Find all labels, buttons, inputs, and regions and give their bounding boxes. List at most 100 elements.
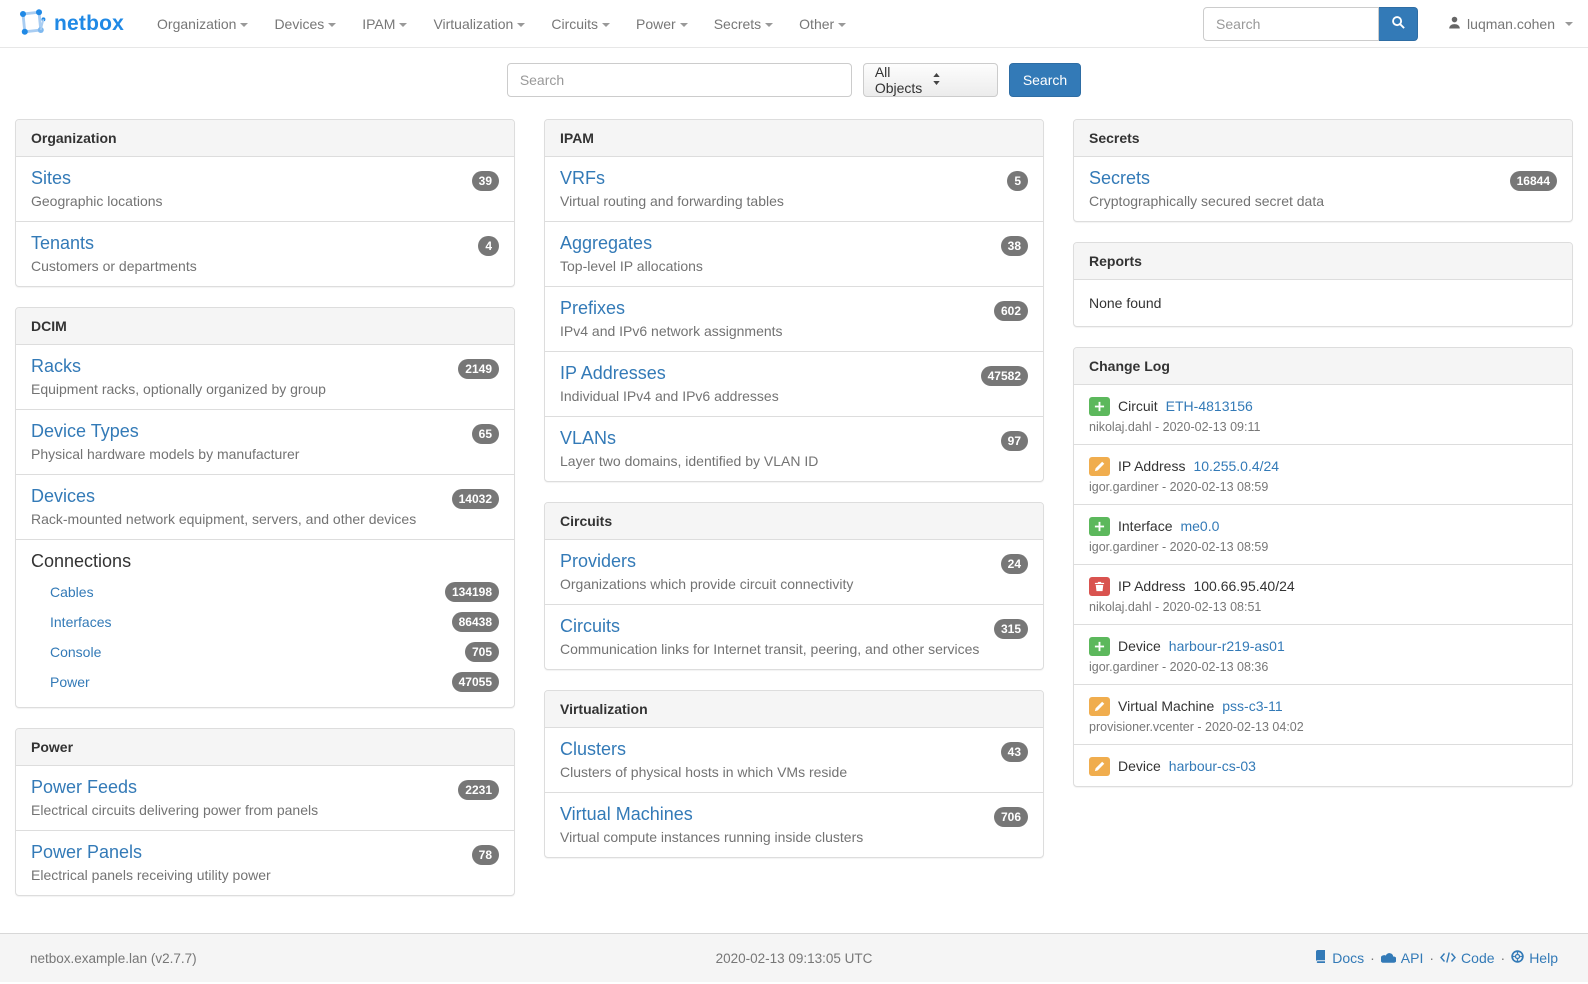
create-icon bbox=[1089, 397, 1110, 416]
help-link[interactable]: Help bbox=[1511, 950, 1558, 966]
separator: · bbox=[1501, 950, 1506, 966]
aggregates-link[interactable]: Aggregates bbox=[560, 232, 652, 254]
chevron-down-icon bbox=[680, 23, 688, 27]
count-badge: 602 bbox=[994, 301, 1028, 321]
chevron-down-icon bbox=[838, 23, 846, 27]
global-search-input[interactable] bbox=[507, 63, 852, 97]
changelog-entry: Device harbour-r219-as01 igor.gardiner -… bbox=[1074, 624, 1572, 684]
list-item-clusters: Clusters 43 Clusters of physical hosts i… bbox=[545, 728, 1043, 792]
navbar-search-input[interactable] bbox=[1203, 7, 1379, 41]
object-name: 100.66.95.40/24 bbox=[1193, 575, 1294, 597]
list-item-providers: Providers 24 Organizations which provide… bbox=[545, 540, 1043, 604]
panel-secrets: Secrets Secrets 16844 Cryptographically … bbox=[1073, 119, 1573, 222]
item-description: Communication links for Internet transit… bbox=[560, 639, 1028, 659]
menu-ipam[interactable]: IPAM bbox=[349, 2, 420, 46]
select-arrows-icon bbox=[932, 72, 989, 89]
circuits-link[interactable]: Circuits bbox=[560, 615, 620, 637]
power-connections-link[interactable]: Power bbox=[50, 674, 90, 690]
object-link[interactable]: pss-c3-11 bbox=[1222, 695, 1282, 717]
changelog-line: Circuit ETH-4813156 bbox=[1089, 395, 1557, 417]
item-description: Customers or departments bbox=[31, 256, 499, 276]
list-item-circuits: Circuits 315 Communication links for Int… bbox=[545, 604, 1043, 669]
list-item-devices: Devices 14032 Rack-mounted network equip… bbox=[16, 474, 514, 539]
list-item-power-feeds: Power Feeds 2231 Electrical circuits del… bbox=[16, 766, 514, 830]
providers-link[interactable]: Providers bbox=[560, 550, 636, 572]
menu-organization[interactable]: Organization bbox=[144, 2, 261, 46]
vrfs-link[interactable]: VRFs bbox=[560, 167, 605, 189]
chevron-down-icon bbox=[328, 23, 336, 27]
menu-virtualization[interactable]: Virtualization bbox=[420, 2, 538, 46]
navbar-search-button[interactable] bbox=[1379, 7, 1418, 41]
item-description: Top-level IP allocations bbox=[560, 256, 1028, 276]
item-description: Individual IPv4 and IPv6 addresses bbox=[560, 386, 1028, 406]
count-badge: 78 bbox=[472, 845, 499, 865]
object-link[interactable]: harbour-cs-03 bbox=[1169, 755, 1256, 777]
object-type: Circuit bbox=[1118, 395, 1158, 417]
changelog-line: Interface me0.0 bbox=[1089, 515, 1557, 537]
object-link[interactable]: ETH-4813156 bbox=[1166, 395, 1253, 417]
count-badge: 97 bbox=[1001, 431, 1028, 451]
menu-devices[interactable]: Devices bbox=[261, 2, 349, 46]
docs-link[interactable]: Docs bbox=[1314, 950, 1364, 966]
sites-link[interactable]: Sites bbox=[31, 167, 71, 189]
menu-secrets[interactable]: Secrets bbox=[701, 2, 786, 46]
clusters-link[interactable]: Clusters bbox=[560, 738, 626, 760]
code-link[interactable]: Code bbox=[1440, 950, 1494, 966]
virtual-machines-link[interactable]: Virtual Machines bbox=[560, 803, 693, 825]
count-badge: 5 bbox=[1007, 171, 1028, 191]
changelog-meta: provisioner.vcenter - 2020-02-13 04:02 bbox=[1089, 720, 1557, 734]
panel-heading-virtualization: Virtualization bbox=[545, 691, 1043, 728]
chevron-down-icon bbox=[1565, 22, 1573, 26]
panel-power: Power Power Feeds 2231 Electrical circui… bbox=[15, 728, 515, 896]
count-badge: 315 bbox=[994, 619, 1028, 639]
ip-addresses-link[interactable]: IP Addresses bbox=[560, 362, 666, 384]
devices-link[interactable]: Devices bbox=[31, 485, 95, 507]
power-panels-link[interactable]: Power Panels bbox=[31, 841, 142, 863]
connection-row-console: Console 705 bbox=[31, 637, 499, 667]
item-description: Cryptographically secured secret data bbox=[1089, 191, 1557, 211]
item-description: Rack-mounted network equipment, servers,… bbox=[31, 509, 499, 529]
brand-title: netbox bbox=[54, 12, 124, 36]
object-link[interactable]: me0.0 bbox=[1180, 515, 1219, 537]
object-link[interactable]: harbour-r219-as01 bbox=[1169, 635, 1285, 657]
chevron-down-icon bbox=[240, 23, 248, 27]
object-link[interactable]: 10.255.0.4/24 bbox=[1193, 455, 1279, 477]
count-badge: 24 bbox=[1001, 554, 1028, 574]
netbox-logo[interactable]: netbox bbox=[15, 6, 124, 41]
changelog-line: Device harbour-r219-as01 bbox=[1089, 635, 1557, 657]
cloud-icon bbox=[1381, 950, 1396, 966]
panel-heading-reports: Reports bbox=[1074, 243, 1572, 280]
cables-link[interactable]: Cables bbox=[50, 584, 94, 600]
power-feeds-link[interactable]: Power Feeds bbox=[31, 776, 137, 798]
object-type-select[interactable]: All Objects bbox=[863, 63, 998, 97]
top-navbar: netbox Organization Devices IPAM Virtual… bbox=[0, 0, 1588, 48]
tenants-link[interactable]: Tenants bbox=[31, 232, 94, 254]
menu-other[interactable]: Other bbox=[786, 2, 859, 46]
menu-circuits[interactable]: Circuits bbox=[538, 2, 623, 46]
changelog-entry: IP Address 10.255.0.4/24 igor.gardiner -… bbox=[1074, 444, 1572, 504]
console-link[interactable]: Console bbox=[50, 644, 101, 660]
device-types-link[interactable]: Device Types bbox=[31, 420, 139, 442]
panel-dcim: DCIM Racks 2149 Equipment racks, optiona… bbox=[15, 307, 515, 708]
global-search-button[interactable]: Search bbox=[1009, 63, 1081, 97]
prefixes-link[interactable]: Prefixes bbox=[560, 297, 625, 319]
chevron-down-icon bbox=[517, 23, 525, 27]
count-badge: 4 bbox=[478, 236, 499, 256]
netbox-logo-icon bbox=[15, 6, 47, 41]
list-item-device-types: Device Types 65 Physical hardware models… bbox=[16, 409, 514, 474]
vlans-link[interactable]: VLANs bbox=[560, 427, 616, 449]
count-badge: 2231 bbox=[458, 780, 499, 800]
dashboard: Organization Sites 39 Geographic locatio… bbox=[0, 119, 1588, 933]
changelog-entry: Virtual Machine pss-c3-11 provisioner.vc… bbox=[1074, 684, 1572, 744]
racks-link[interactable]: Racks bbox=[31, 355, 81, 377]
object-type: Device bbox=[1118, 635, 1161, 657]
secrets-link[interactable]: Secrets bbox=[1089, 167, 1150, 189]
menu-power[interactable]: Power bbox=[623, 2, 701, 46]
chevron-down-icon bbox=[602, 23, 610, 27]
count-badge: 14032 bbox=[452, 489, 499, 509]
interfaces-link[interactable]: Interfaces bbox=[50, 614, 111, 630]
column-left: Organization Sites 39 Geographic locatio… bbox=[15, 119, 515, 916]
object-type: Interface bbox=[1118, 515, 1172, 537]
api-link[interactable]: API bbox=[1381, 950, 1424, 966]
user-menu[interactable]: luqman.cohen bbox=[1448, 16, 1573, 32]
